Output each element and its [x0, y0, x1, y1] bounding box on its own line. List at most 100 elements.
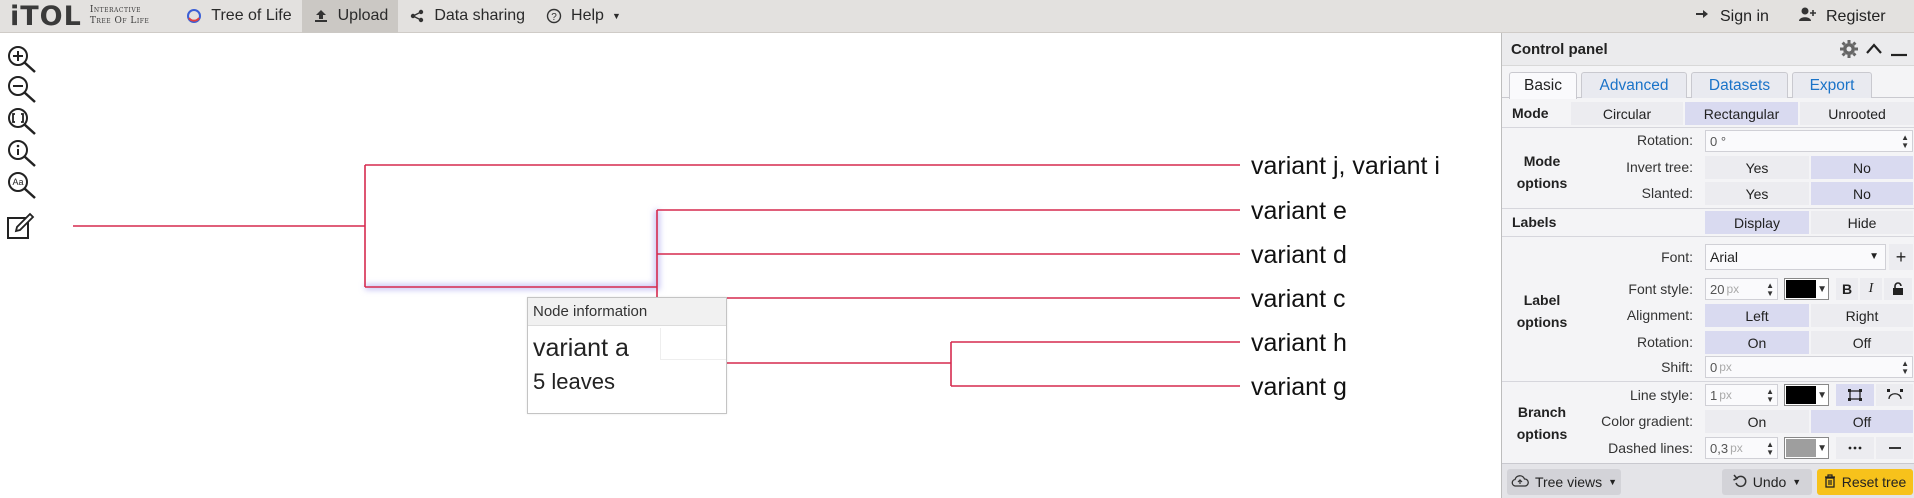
leaf-label[interactable]: variant g	[1251, 373, 1347, 401]
share-icon	[408, 7, 426, 25]
nav-tree-of-life[interactable]: Tree of Life	[175, 0, 301, 33]
nav-data-sharing[interactable]: Data sharing	[398, 0, 535, 33]
nav-upload-label: Upload	[337, 7, 389, 24]
bold-button[interactable]: B	[1836, 278, 1858, 300]
font-size-value: 20	[1710, 281, 1725, 297]
dashed-color-swatch	[1786, 439, 1816, 457]
stepper-arrows-icon[interactable]: ▲ ▼	[1901, 134, 1909, 150]
leaf-label[interactable]: variant e	[1251, 197, 1347, 225]
undo-label: Undo	[1752, 474, 1787, 490]
labels-section-label: Labels	[1512, 214, 1557, 230]
trash-icon	[1824, 473, 1836, 491]
chevron-down-icon: ▼	[1817, 284, 1827, 295]
itol-logo[interactable]: iTOL Interactive Tree Of Life	[10, 0, 149, 33]
control-panel: Control panel Basic Advanced Datasets Ex…	[1501, 33, 1914, 498]
color-gradient-on-button[interactable]: On	[1705, 410, 1809, 433]
label-color-picker[interactable]: ▼	[1784, 278, 1829, 300]
divider	[1502, 208, 1914, 209]
mode-options-section-label: Mode options	[1516, 153, 1568, 191]
font-label: Font:	[1661, 249, 1693, 265]
labels-display-button[interactable]: Display	[1705, 211, 1809, 234]
logo-sub-line-2: Tree Of Life	[89, 16, 150, 26]
invert-tree-no-button[interactable]: No	[1811, 156, 1913, 179]
dashed-lines-label: Dashed lines:	[1608, 440, 1693, 456]
line-width-input[interactable]: 1 px ▲ ▼	[1705, 384, 1778, 406]
stepper-arrows-icon[interactable]: ▲ ▼	[1766, 388, 1774, 404]
font-size-unit: px	[1726, 282, 1740, 296]
stepper-arrows-icon[interactable]: ▲ ▼	[1766, 441, 1774, 457]
mode-section-label: Mode	[1512, 105, 1549, 121]
font-size-input[interactable]: 20 px ▲ ▼	[1705, 278, 1778, 300]
gear-icon[interactable]	[1839, 39, 1859, 63]
slanted-yes-button[interactable]: Yes	[1705, 182, 1809, 205]
tab-advanced[interactable]: Advanced	[1581, 72, 1687, 98]
tab-datasets[interactable]: Datasets	[1691, 72, 1788, 98]
chevron-down-icon: ▼	[1817, 390, 1827, 401]
rotation-value: 0 °	[1710, 133, 1727, 149]
slanted-label: Slanted:	[1641, 185, 1693, 201]
leaf-label[interactable]: variant j, variant i	[1251, 152, 1440, 180]
slanted-no-button[interactable]: No	[1811, 182, 1913, 205]
nav-upload[interactable]: Upload	[301, 0, 399, 33]
dashed-lines-input[interactable]: 0,3 px ▲ ▼	[1705, 437, 1778, 459]
mode-rectangular-button[interactable]: Rectangular	[1685, 102, 1798, 125]
control-panel-footer: Tree views ▼ Undo ▼ Reset tree	[1502, 463, 1914, 498]
color-gradient-off-button[interactable]: Off	[1811, 410, 1913, 433]
label-rotation-off-button[interactable]: Off	[1811, 331, 1913, 354]
chevron-down-icon: ▼	[1792, 477, 1802, 487]
chevron-down-icon: ▼	[611, 11, 621, 21]
mode-circular-button[interactable]: Circular	[1571, 102, 1683, 125]
stepper-arrows-icon[interactable]: ▲ ▼	[1766, 282, 1774, 298]
label-rotation-label: Rotation:	[1636, 334, 1693, 350]
tab-export[interactable]: Export	[1792, 72, 1872, 98]
nav-register[interactable]: Register	[1798, 0, 1886, 33]
lock-icon[interactable]	[1884, 278, 1912, 300]
cloud-upload-icon	[1511, 474, 1529, 491]
solid-line-icon[interactable]	[1876, 437, 1913, 459]
nav-help[interactable]: ? Help ▼	[535, 0, 631, 33]
node-info-blank	[660, 328, 726, 360]
add-font-button[interactable]: +	[1889, 244, 1913, 270]
label-rotation-on-button[interactable]: On	[1705, 331, 1809, 354]
font-style-label: Font style:	[1628, 281, 1693, 297]
leaf-label[interactable]: variant h	[1251, 329, 1347, 357]
font-select[interactable]: Arial ▼	[1705, 244, 1886, 270]
node-info-leaf-count: 5 leaves	[533, 369, 615, 394]
dashed-lines-unit: px	[1730, 441, 1743, 455]
phylogenetic-tree[interactable]: variant j, variant i variant e variant d…	[0, 33, 1500, 498]
reset-tree-label: Reset tree	[1841, 474, 1907, 490]
nav-register-label: Register	[1826, 7, 1886, 25]
chevron-down-icon: ▼	[1608, 477, 1618, 487]
nav-sign-in[interactable]: Sign in	[1694, 0, 1769, 33]
shift-label: Shift:	[1661, 359, 1693, 375]
shift-input[interactable]: 0 px ▲ ▼	[1705, 356, 1913, 378]
undo-button[interactable]: Undo ▼	[1722, 469, 1812, 495]
line-color-picker[interactable]: ▼	[1784, 384, 1829, 406]
tree-views-button[interactable]: Tree views ▼	[1507, 469, 1621, 495]
nav-data-sharing-label: Data sharing	[434, 7, 526, 24]
tab-basic[interactable]: Basic	[1509, 72, 1577, 99]
dashed-color-picker[interactable]: ▼	[1784, 437, 1829, 459]
stepper-arrows-icon[interactable]: ▲ ▼	[1901, 360, 1909, 376]
leaf-label[interactable]: variant c	[1251, 285, 1345, 313]
italic-button[interactable]: I	[1860, 278, 1882, 300]
labels-hide-button[interactable]: Hide	[1811, 211, 1913, 234]
alignment-right-button[interactable]: Right	[1811, 304, 1913, 327]
dotted-line-icon[interactable]	[1836, 437, 1874, 459]
rotation-input[interactable]: 0 ° ▲ ▼	[1705, 130, 1913, 152]
color-gradient-label: Color gradient:	[1601, 413, 1693, 429]
control-panel-header: Control panel	[1502, 33, 1914, 66]
curved-branch-icon[interactable]	[1876, 384, 1913, 406]
reset-tree-button[interactable]: Reset tree	[1817, 469, 1913, 495]
upload-icon	[312, 7, 330, 25]
minimize-icon[interactable]	[1889, 39, 1909, 63]
alignment-left-button[interactable]: Left	[1705, 304, 1809, 327]
invert-tree-yes-button[interactable]: Yes	[1705, 156, 1809, 179]
mode-unrooted-button[interactable]: Unrooted	[1800, 102, 1914, 125]
leaf-label[interactable]: variant d	[1251, 241, 1347, 269]
logo-sub-line-1: Interactive	[89, 5, 142, 15]
collapse-icon[interactable]	[1864, 39, 1884, 63]
rectangular-branch-icon[interactable]	[1836, 384, 1874, 406]
line-width-value: 1	[1710, 387, 1718, 403]
dashed-lines-value: 0,3	[1710, 440, 1729, 456]
